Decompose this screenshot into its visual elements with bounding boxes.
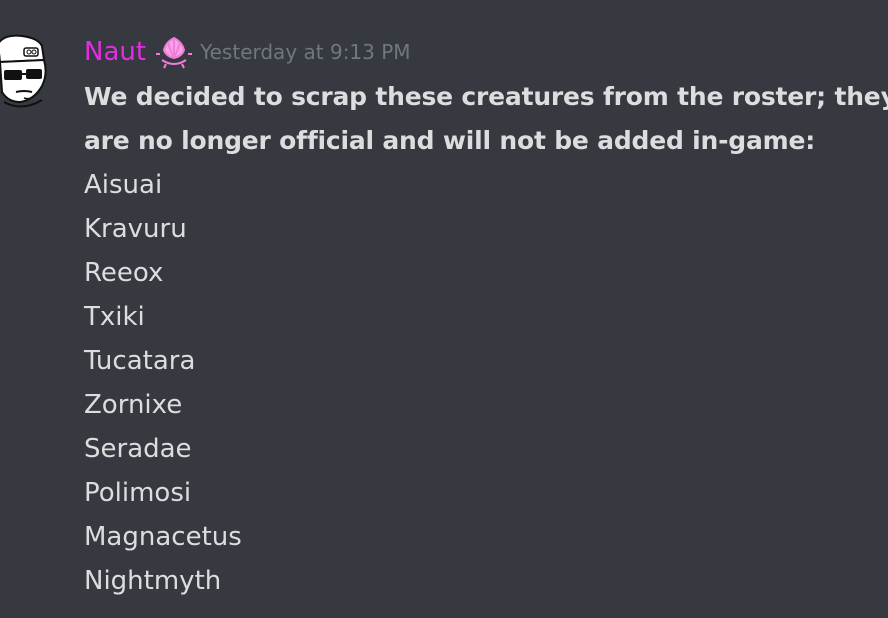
user-avatar[interactable] [0,30,50,120]
message-header: Naut Yesterday at 9:13 PM [84,30,411,74]
creature-item: Zornixe [84,390,183,420]
creature-item: Kravuru [84,214,187,244]
message-intro: We decided to scrap these creatures from… [84,75,888,163]
pink-crystal-badge-icon[interactable] [156,32,193,72]
creature-item: Txiki [84,302,145,332]
message-timestamp[interactable]: Yesterday at 9:13 PM [200,30,411,74]
intro-line: We decided to scrap these creatures from… [84,82,888,111]
creature-item: Magnacetus [84,522,242,552]
username[interactable]: Naut [84,30,146,74]
creature-list: Aisuai Kravuru Reeox Txiki Tucatara Zorn… [84,163,884,603]
intro-line: are no longer official and will not be a… [84,126,816,155]
creature-item: Seradae [84,434,192,464]
creature-item: Reeox [84,258,164,288]
chat-message: Naut Yesterday at 9:13 PM We decided to … [0,0,888,618]
message-content: We decided to scrap these creatures from… [84,75,888,603]
creature-item: Tucatara [84,346,196,376]
creature-item: Nightmyth [84,566,222,596]
creature-item: Polimosi [84,478,192,508]
creature-item: Aisuai [84,170,163,200]
sunglasses-character-avatar-icon [0,34,47,108]
